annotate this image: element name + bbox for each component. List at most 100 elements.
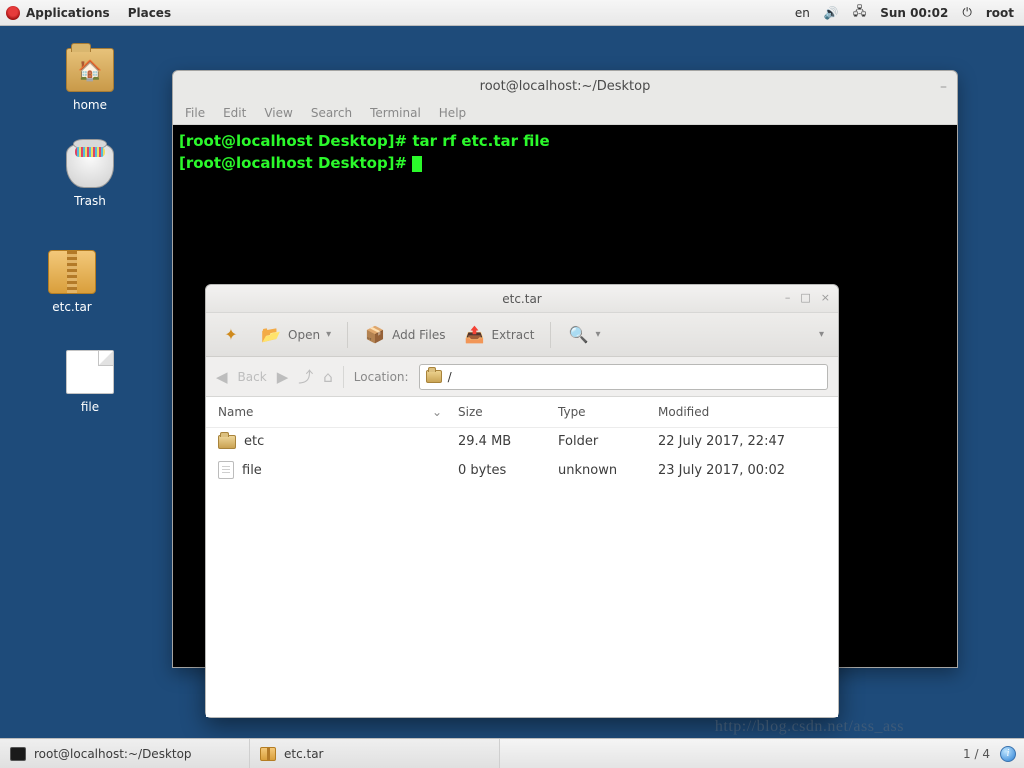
terminal-line: [root@localhost Desktop]# <box>179 153 951 175</box>
maximize-icon[interactable]: □ <box>800 291 810 304</box>
terminal-icon <box>10 747 26 761</box>
terminal-cursor <box>412 156 422 172</box>
search-icon: 🔍 <box>567 324 589 346</box>
open-button[interactable]: 📂 Open ▾ <box>254 320 337 350</box>
location-field[interactable]: / <box>419 364 828 390</box>
terminal-line: [root@localhost Desktop]# tar rf etc.tar… <box>179 131 951 153</box>
desktop-icon-label: home <box>50 98 130 112</box>
chevron-down-icon: ▾ <box>819 329 824 340</box>
archive-title: etc.tar <box>502 292 542 306</box>
column-name[interactable]: Name ⌄ <box>218 405 458 419</box>
extract-label: Extract <box>491 328 534 342</box>
info-icon[interactable]: i <box>1000 746 1016 762</box>
toolbar-separator <box>343 366 344 388</box>
desktop-icon-archive[interactable]: etc.tar <box>32 250 112 314</box>
file-icon <box>66 350 114 394</box>
toolbar-separator <box>347 322 348 348</box>
list-item[interactable]: file 0 bytes unknown 23 July 2017, 00:02 <box>206 455 838 485</box>
archive-icon <box>260 747 276 761</box>
archive-navbar: ◀ Back ▶ ⤴ ⌂ Location: / <box>206 357 838 397</box>
terminal-command: tar rf etc.tar file <box>412 132 549 150</box>
applications-label: Applications <box>26 6 110 20</box>
forward-icon[interactable]: ▶ <box>277 368 289 386</box>
sort-chevron-icon: ⌄ <box>432 405 442 419</box>
archive-titlebar[interactable]: etc.tar – □ × <box>206 285 838 313</box>
menu-button[interactable]: ▾ <box>813 325 830 344</box>
list-item[interactable]: etc 29.4 MB Folder 22 July 2017, 22:47 <box>206 428 838 455</box>
minimize-icon[interactable]: – <box>940 79 947 95</box>
menu-help[interactable]: Help <box>439 106 466 120</box>
archive-icon <box>48 250 96 294</box>
back-label: Back <box>238 370 267 384</box>
menu-edit[interactable]: Edit <box>223 106 246 120</box>
places-menu[interactable]: Places <box>128 6 171 20</box>
column-type[interactable]: Type <box>558 405 658 419</box>
close-icon[interactable]: × <box>821 291 830 304</box>
trash-icon <box>66 144 114 188</box>
folder-icon <box>426 370 442 383</box>
taskbar-item-archive[interactable]: etc.tar <box>250 739 500 768</box>
power-icon[interactable]: ⏻ <box>962 5 972 20</box>
column-size[interactable]: Size <box>458 405 558 419</box>
desktop-icon-label: file <box>50 400 130 414</box>
open-label: Open <box>288 328 320 342</box>
menu-file[interactable]: File <box>185 106 205 120</box>
user-menu[interactable]: root <box>986 6 1014 20</box>
menu-search[interactable]: Search <box>311 106 352 120</box>
chevron-down-icon: ▾ <box>326 329 331 340</box>
add-files-label: Add Files <box>392 328 445 342</box>
archive-file-list: Name ⌄ Size Type Modified etc 29.4 MB Fo… <box>206 397 838 717</box>
terminal-menubar: File Edit View Search Terminal Help <box>173 101 957 125</box>
up-icon[interactable]: ⤴ <box>298 366 313 387</box>
desktop-icon-label: etc.tar <box>32 300 112 314</box>
minimize-icon[interactable]: – <box>785 291 791 304</box>
add-files-button[interactable]: 📦 Add Files <box>358 320 451 350</box>
toolbar-separator <box>550 322 551 348</box>
applications-menu[interactable]: Applications <box>6 6 110 20</box>
menu-terminal[interactable]: Terminal <box>370 106 421 120</box>
row-modified: 23 July 2017, 00:02 <box>658 463 826 478</box>
terminal-prompt: [root@localhost Desktop]# <box>179 154 407 172</box>
watermark: http://blog.csdn.net/ass_ass <box>715 718 904 736</box>
taskbar-item-terminal[interactable]: root@localhost:~/Desktop <box>0 739 250 768</box>
archive-toolbar: ✦ 📂 Open ▾ 📦 Add Files 📤 Extract 🔍▾ ▾ <box>206 313 838 357</box>
column-name-label: Name <box>218 405 253 419</box>
back-icon[interactable]: ◀ <box>216 368 228 386</box>
home-folder-icon <box>66 48 114 92</box>
search-button[interactable]: 🔍▾ <box>561 320 606 350</box>
menu-view[interactable]: View <box>264 106 292 120</box>
location-label: Location: <box>354 370 409 384</box>
folder-icon <box>218 435 236 449</box>
keyboard-lang[interactable]: en <box>795 6 810 20</box>
desktop-icon-home[interactable]: home <box>50 48 130 112</box>
row-type: Folder <box>558 434 658 449</box>
new-button[interactable]: ✦ <box>214 320 248 350</box>
new-icon: ✦ <box>220 324 242 346</box>
volume-icon[interactable]: 🔊 <box>824 6 839 20</box>
chevron-down-icon: ▾ <box>595 329 600 340</box>
taskbar-item-label: etc.tar <box>284 747 324 761</box>
terminal-title: root@localhost:~/Desktop <box>480 79 651 94</box>
row-size: 29.4 MB <box>458 434 558 449</box>
add-files-icon: 📦 <box>364 324 386 346</box>
row-type: unknown <box>558 463 658 478</box>
home-icon[interactable]: ⌂ <box>323 368 333 386</box>
terminal-prompt: [root@localhost Desktop]# <box>179 132 407 150</box>
column-modified[interactable]: Modified <box>658 405 826 419</box>
workspace-indicator[interactable]: 1 / 4 <box>963 747 990 761</box>
file-icon <box>218 461 234 479</box>
bottom-panel: root@localhost:~/Desktop etc.tar 1 / 4 i <box>0 738 1024 768</box>
distro-icon <box>6 6 20 20</box>
terminal-titlebar[interactable]: root@localhost:~/Desktop – <box>173 71 957 101</box>
desktop-icon-trash[interactable]: Trash <box>50 144 130 208</box>
archive-window: etc.tar – □ × ✦ 📂 Open ▾ 📦 Add Files 📤 E… <box>205 284 839 718</box>
row-size: 0 bytes <box>458 463 558 478</box>
extract-icon: 📤 <box>463 324 485 346</box>
location-value: / <box>448 370 452 384</box>
taskbar-item-label: root@localhost:~/Desktop <box>34 747 192 761</box>
extract-button[interactable]: 📤 Extract <box>457 320 540 350</box>
desktop-icon-file[interactable]: file <box>50 350 130 414</box>
clock[interactable]: Sun 00:02 <box>880 6 948 20</box>
desktop-icon-label: Trash <box>50 194 130 208</box>
network-icon[interactable]: 🖧 <box>853 2 866 23</box>
